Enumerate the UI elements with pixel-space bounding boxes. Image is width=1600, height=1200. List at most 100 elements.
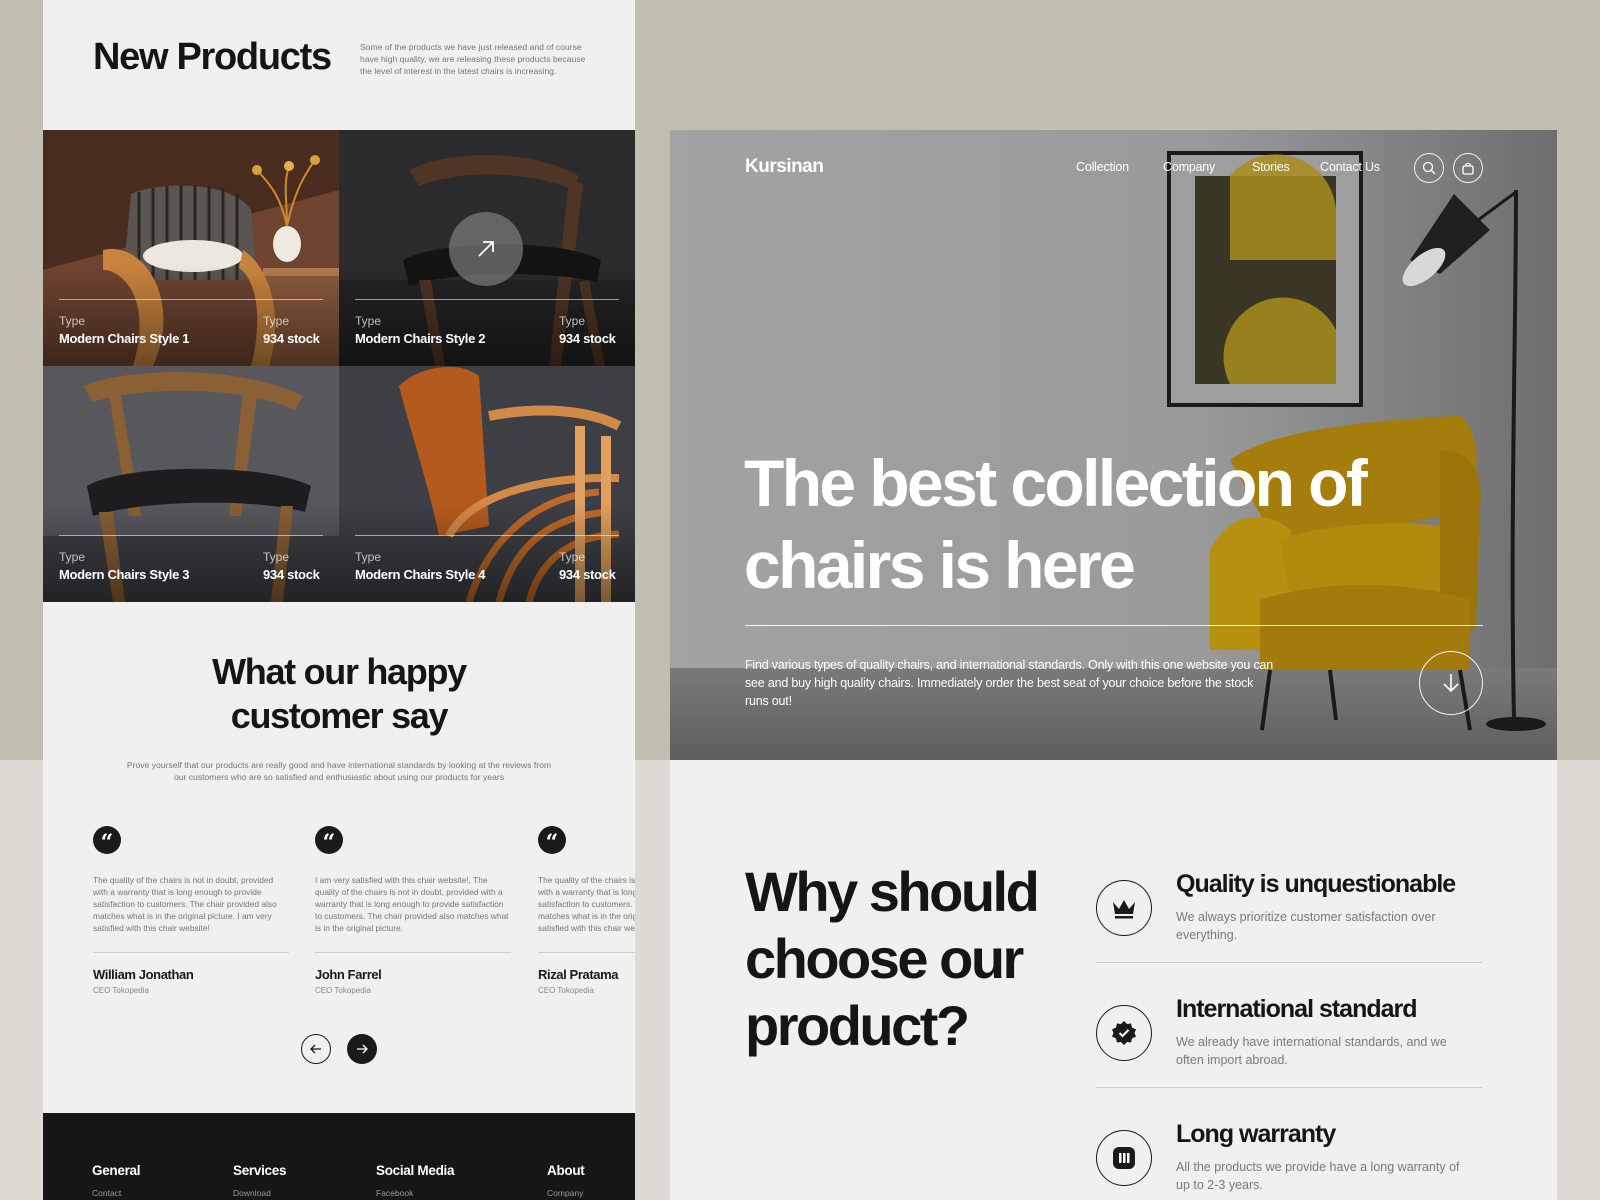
card-divider [355, 299, 619, 300]
previous-review-button[interactable] [301, 1034, 331, 1064]
arrow-down-icon [1443, 674, 1459, 693]
reviewer-role: CEO Tokopedia [538, 986, 594, 995]
reviewer-name: William Jonathan [93, 967, 194, 982]
nav-link-contact-us[interactable]: Contact Us [1320, 160, 1380, 174]
nav-link-company[interactable]: Company [1163, 160, 1215, 174]
type-label: Type [59, 550, 86, 564]
footer-heading: Social Media [376, 1163, 455, 1178]
cart-button[interactable] [1453, 153, 1483, 183]
testimonials-title: What our happy customer say [43, 650, 635, 738]
footer-column-services: Services Download [233, 1163, 286, 1198]
scroll-down-button[interactable] [1419, 651, 1483, 715]
product-stock: 934 stock [263, 331, 320, 346]
footer-link[interactable]: Contact [92, 1188, 140, 1198]
type-label: Type [355, 550, 382, 564]
quote-icon: “ [93, 826, 121, 856]
review-card: “ I am very satisfied with this chair we… [315, 826, 511, 995]
review-divider [93, 952, 289, 953]
arrow-up-right-icon [478, 241, 494, 257]
feature-description: We always prioritize customer satisfacti… [1176, 910, 1436, 942]
left-page-panel: New Products Some of the products we hav… [43, 0, 635, 1200]
footer-link[interactable]: Company [547, 1188, 584, 1198]
review-card: “ The quality of the chairs is not in do… [538, 826, 635, 995]
feature-icon-badge [1096, 880, 1152, 936]
product-card-3[interactable]: Type Type Modern Chairs Style 3 934 stoc… [43, 366, 339, 602]
search-button[interactable] [1414, 153, 1444, 183]
footer-column-about: About Company [547, 1163, 585, 1198]
nav-link-stories[interactable]: Stories [1252, 160, 1290, 174]
image-overlay [43, 502, 339, 602]
hero-section: Kursinan Collection Company Stories Cont… [670, 130, 1557, 760]
testimonials-title-line-1: What our happy [212, 651, 467, 692]
product-name: Modern Chairs Style 1 [59, 331, 190, 346]
card-divider [355, 535, 619, 536]
stock-label: Type [263, 550, 290, 564]
nav-link-collection[interactable]: Collection [1076, 160, 1129, 174]
product-card-4[interactable]: Type Type Modern Chairs Style 4 934 stoc… [339, 366, 635, 602]
stock-label: Type [559, 550, 586, 564]
footer-column-general: General Contact [92, 1163, 140, 1198]
reviewer-name: Rizal Pratama [538, 967, 619, 982]
product-stock: 934 stock [559, 331, 616, 346]
shopping-bag-icon [1462, 162, 1474, 175]
footer-heading: About [547, 1163, 585, 1178]
product-card-2[interactable]: Type Type Modern Chairs Style 2 934 stoc… [339, 130, 635, 366]
product-grid: Type Type Modern Chairs Style 1 934 stoc… [43, 130, 635, 602]
verified-badge-icon [1112, 1021, 1136, 1045]
footer: General Contact Services Download Social… [43, 1113, 635, 1200]
feature-description: All the products we provide have a long … [1176, 1160, 1460, 1192]
hero-divider [745, 625, 1483, 626]
search-icon [1422, 161, 1436, 175]
card-divider [59, 299, 323, 300]
review-card: “ The quality of the chairs is not in do… [93, 826, 289, 995]
review-text: I am very satisfied with this chair webs… [315, 875, 509, 933]
feature-divider [1096, 962, 1482, 963]
product-card-1[interactable]: Type Type Modern Chairs Style 1 934 stoc… [43, 130, 339, 366]
warranty-icon [1113, 1147, 1135, 1169]
feature-title: Long warranty [1176, 1120, 1336, 1148]
why-choose-section: Why should choose our product? Quality i… [670, 760, 1557, 1200]
image-overlay [43, 266, 339, 366]
footer-link[interactable]: Download [233, 1188, 286, 1198]
review-divider [538, 952, 635, 953]
review-divider [315, 952, 511, 953]
type-label: Type [355, 314, 382, 328]
feature-icon-badge [1096, 1005, 1152, 1061]
hero-title-line-1: The best collection of [744, 446, 1368, 520]
reviewer-role: CEO Tokopedia [93, 986, 149, 995]
feature-icon-badge [1096, 1130, 1152, 1186]
review-text: The quality of the chairs is not in doub… [93, 875, 277, 933]
hero-description: Find various types of quality chairs, an… [745, 658, 1274, 708]
product-name: Modern Chairs Style 3 [59, 567, 190, 582]
arrow-left-icon [310, 1044, 321, 1054]
feature-title: Quality is unquestionable [1176, 870, 1456, 898]
reviewer-role: CEO Tokopedia [315, 986, 371, 995]
quote-icon: “ [315, 826, 343, 856]
type-label: Type [59, 314, 86, 328]
feature-description: We already have international standards,… [1176, 1035, 1447, 1067]
testimonials-title-line-2: customer say [230, 695, 449, 736]
product-stock: 934 stock [263, 567, 320, 582]
stock-label: Type [263, 314, 290, 328]
footer-link[interactable]: Facebook [376, 1188, 454, 1198]
product-stock: 934 stock [559, 567, 616, 582]
brand-logo[interactable]: Kursinan [745, 156, 824, 178]
product-name: Modern Chairs Style 2 [355, 331, 486, 346]
hero-title: The best collection of chairs is here [744, 442, 1444, 606]
view-product-button[interactable] [449, 212, 523, 286]
crown-icon [1113, 900, 1135, 919]
next-review-button[interactable] [347, 1034, 377, 1064]
new-products-description: Some of the products we have just releas… [360, 42, 586, 76]
reviewer-name: John Farrel [315, 967, 382, 982]
review-text: The quality of the chairs is not in doub… [538, 875, 635, 933]
quote-icon: “ [538, 826, 566, 856]
footer-heading: Services [233, 1163, 287, 1178]
image-overlay [339, 502, 635, 602]
hero-title-line-2: chairs is here [744, 528, 1136, 602]
why-title: Why should choose our product? [745, 860, 1040, 1057]
arrow-right-icon [357, 1044, 368, 1054]
footer-heading: General [92, 1163, 141, 1178]
feature-divider [1096, 1087, 1482, 1088]
footer-column-social-media: Social Media Facebook [376, 1163, 454, 1198]
card-divider [59, 535, 323, 536]
